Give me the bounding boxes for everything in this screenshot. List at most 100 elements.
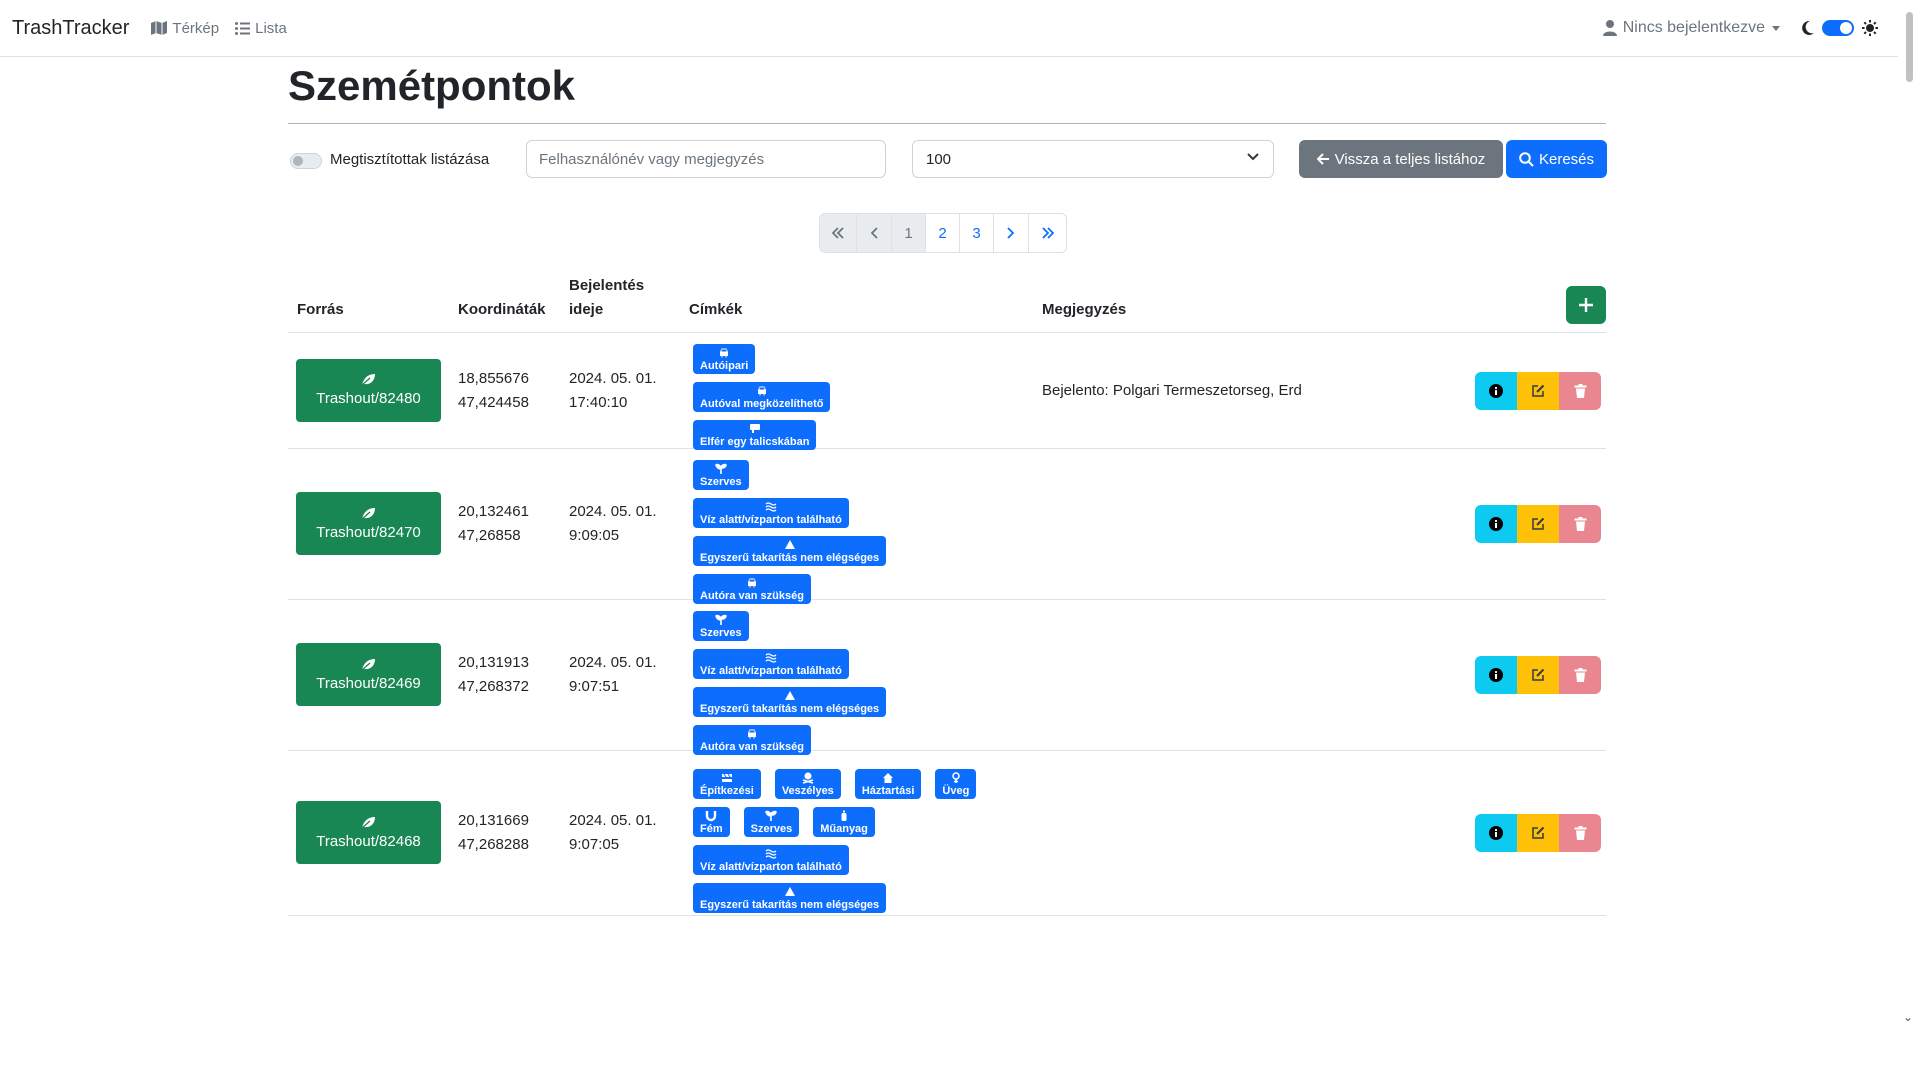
add-point-button[interactable] [1566,286,1606,324]
sprout-icon [765,810,778,821]
car-icon [747,729,756,739]
report-time: 17:40:10 [569,393,628,411]
trash-icon [1574,668,1586,682]
tag-badge: Veszélyes [774,769,841,799]
page-1-button[interactable]: 1 [891,214,925,252]
source-button[interactable]: Trashout/82468 [296,801,441,864]
leaf-icon [361,507,375,519]
header-source: Forrás [297,301,344,318]
page-first-button[interactable] [820,214,856,252]
delete-button[interactable] [1559,505,1601,543]
info-button[interactable] [1475,814,1517,852]
tag-badge: Egyszerű takarítás nem elégséges [693,687,887,717]
coords-cell: 18,855676 47,424458 [458,367,529,415]
nav-link-map[interactable]: Térkép [151,20,219,37]
source-button[interactable]: Trashout/82470 [296,492,441,555]
date-cell: 2024. 05. 01. 9:07:51 [569,651,657,699]
page-last-button[interactable] [1028,214,1066,252]
tag-badge: Szerves [693,460,749,490]
delete-button[interactable] [1559,371,1601,410]
edit-button[interactable] [1517,505,1559,543]
tags-cell: Szerves Víz alatt/vízparton található Egys… [693,611,1033,763]
back-to-full-list-button[interactable]: Vissza a teljes listához [1299,140,1503,178]
page-2-button[interactable]: 2 [925,214,959,252]
header-date-line1: Bejelentés [569,277,645,294]
page-3-button[interactable]: 3 [959,214,993,252]
sun-icon [1862,20,1878,36]
chevron-right-icon [1007,227,1015,239]
coords-cell: 20,132461 47,26858 [458,500,529,548]
theme-toggle[interactable] [1822,20,1854,36]
report-date: 2024. 05. 01. [569,369,657,387]
coords-cell: 20,131669 47,268288 [458,809,529,857]
page-scrollbar[interactable]: ⌄ [1898,0,1920,1080]
arrow-left-icon [1316,153,1329,165]
coord-x: 20,131913 [458,654,529,671]
plastic-bottle-icon [841,810,847,821]
tag-line: Szerves [693,460,1033,490]
leaf-icon [361,816,375,828]
search-input[interactable] [526,140,886,178]
edit-icon [1532,517,1545,530]
page-prev-button[interactable] [856,214,891,252]
edit-button[interactable] [1517,814,1559,852]
double-chevron-right-icon [1041,227,1054,239]
leaf-icon [361,374,375,386]
house-icon [883,773,894,783]
scroll-down-arrow-icon[interactable]: ⌄ [1903,1010,1913,1024]
coords-cell: 20,131913 47,268372 [458,651,529,699]
tag-label: Egyszerű takarítás nem elégséges [700,703,880,715]
info-button[interactable] [1475,505,1517,543]
info-button[interactable] [1475,656,1517,694]
trash-icon [1574,826,1586,840]
caret-down-icon [1772,25,1780,31]
info-button[interactable] [1475,371,1517,410]
tag-label: Szerves [700,476,742,488]
tag-label: Egyszerű takarítás nem elégséges [700,899,880,911]
tag-badge: Háztartási [854,769,922,799]
warning-icon [784,540,795,549]
header-tags: Címkék [689,301,743,318]
delete-button[interactable] [1559,814,1601,852]
delete-button[interactable] [1559,656,1601,694]
tag-badge: Építkezési [693,769,761,799]
scrollbar-thumb[interactable] [1906,12,1913,82]
tag-label: Fém [700,823,723,835]
page-size-select[interactable]: 100 [912,140,1274,178]
row-actions [1475,814,1601,852]
car-icon [757,386,766,395]
show-cleaned-toggle[interactable] [290,153,322,169]
sprout-icon [714,463,727,474]
tag-badge: Elfér egy talicskában [693,419,817,450]
water-icon [765,849,777,859]
tag-badge: Üveg [935,769,977,799]
brand-logo[interactable]: TrashTracker [12,17,129,40]
tag-label: Műanyag [820,823,868,835]
double-chevron-left-icon [831,227,844,239]
warning-icon [784,691,795,700]
tag-badge: Autóipari [693,343,756,374]
coord-x: 20,132461 [458,503,529,520]
tag-label: Víz alatt/vízparton található [700,665,842,677]
list-icon [235,21,251,35]
table-row: Trashout/82470 20,132461 47,26858 2024. 05.… [288,449,1606,604]
source-button[interactable]: Trashout/82469 [296,643,441,706]
edit-button[interactable] [1517,371,1559,410]
trash-icon [1574,517,1586,531]
tag-line: Víz alatt/vízparton található [693,649,1033,679]
page-next-button[interactable] [993,214,1028,252]
date-cell: 2024. 05. 01. 9:07:05 [569,809,657,857]
tag-label: Üveg [942,785,970,797]
chevron-down-icon [1247,153,1259,161]
search-button[interactable]: Keresés [1506,140,1607,178]
edit-icon [1532,384,1545,397]
edit-button[interactable] [1517,656,1559,694]
coord-x: 20,131669 [458,812,529,829]
source-button[interactable]: Trashout/82480 [296,358,441,422]
nav-link-list[interactable]: Lista [235,20,287,37]
user-menu-dropdown[interactable]: Nincs bejelentkezve [1602,19,1780,37]
tag-label: Háztartási [861,785,915,797]
coord-y: 47,268372 [458,678,529,695]
tag-badge: Egyszerű takarítás nem elégséges [693,536,887,566]
trash-points-table: Forrás Koordináták Bejelentés ideje Címké… [288,276,1606,916]
